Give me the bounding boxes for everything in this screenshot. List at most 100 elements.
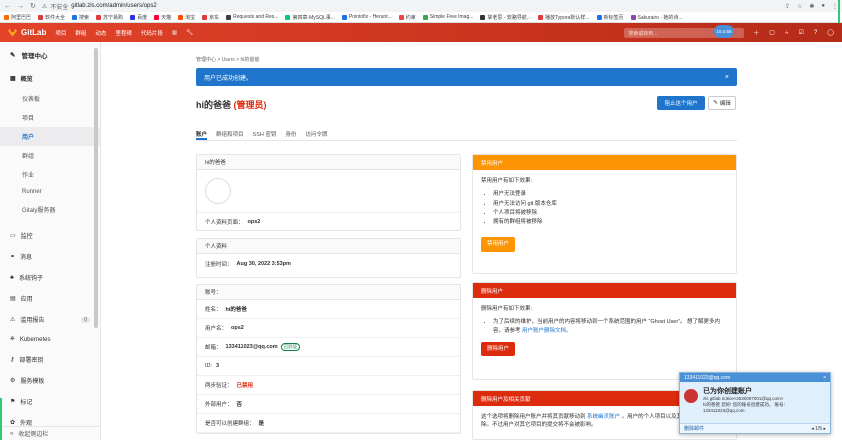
admin-chart-icon[interactable]: ▥ xyxy=(172,30,177,36)
prev-icon[interactable]: ◂ xyxy=(811,426,814,432)
sidebar-group[interactable]: ⚭ 消息 xyxy=(0,246,100,267)
issues-icon[interactable]: ▢ xyxy=(769,29,775,36)
tab-access-tokens[interactable]: 访问令牌 xyxy=(305,127,327,140)
plus-icon[interactable]: ＋ xyxy=(753,28,759,37)
extension-icon[interactable]: ✱ xyxy=(809,3,814,10)
bookmark-item[interactable]: Pointofix - Herunt... xyxy=(341,14,392,20)
sidebar-item[interactable]: 作业 xyxy=(0,165,100,184)
sidebar-item[interactable]: 群组 xyxy=(0,146,100,165)
bookmark-item[interactable]: 约束 xyxy=(398,14,416,21)
block-user-button[interactable]: 阻止这个用户 xyxy=(657,96,705,110)
bookmark-item[interactable]: 阿里巴巴 xyxy=(4,14,31,21)
block-user-card-button[interactable]: 禁用用户 xyxy=(481,237,516,252)
edit-icon: ✎ xyxy=(713,100,718,106)
profile-page-value[interactable]: ops2 xyxy=(248,219,261,225)
next-icon[interactable]: ▸ xyxy=(823,426,826,432)
bookmark-label: 阿里巴巴 xyxy=(11,14,32,21)
sidebar-item[interactable]: 项目 xyxy=(0,108,100,127)
account-row-label: ID: xyxy=(205,363,213,369)
screen-recorder-badge: 15:4:58 xyxy=(714,25,734,38)
bookmark-label: 百度 xyxy=(137,14,148,21)
merge-request-icon[interactable]: ⑃ xyxy=(785,30,789,36)
sidebar-group-label: 部署密钥 xyxy=(19,358,44,364)
bookmark-item[interactable]: 天猫 xyxy=(154,14,171,21)
account-row-value: 是 xyxy=(258,421,265,427)
delete-user-button[interactable]: 删除用户 xyxy=(481,341,516,356)
user-avatar-icon[interactable]: ◯ xyxy=(827,29,834,36)
share-icon[interactable]: ⇪ xyxy=(785,3,790,10)
notification-account: 133411023@qq.com xyxy=(684,374,731,381)
bookmark-item[interactable]: 第四章-MySQL事... xyxy=(285,14,335,21)
sidebar-group[interactable]: ⚠ 滥用报告 0 xyxy=(0,309,100,330)
tab-ssh-keys[interactable]: SSH 密钥 xyxy=(253,127,277,140)
bookmark-item[interactable]: 搜索 xyxy=(72,14,89,21)
sidebar-group[interactable]: ⚷ 部署密钥 xyxy=(0,349,100,370)
bookmark-item[interactable]: Requests and Res... xyxy=(226,14,278,20)
block-effect-item: 用户无法访问 git 版本仓库 xyxy=(493,200,728,208)
bookmark-favicon-icon xyxy=(72,14,78,20)
bookmark-item[interactable]: 新标签页 xyxy=(596,14,624,21)
account-row-label: 是否可以创建群组： xyxy=(205,421,255,427)
delete-docs-link[interactable]: 用户账户删除文档。 xyxy=(522,328,572,334)
todo-icon[interactable]: ☑ xyxy=(799,29,804,36)
delete-mail-link[interactable]: 删除邮件 xyxy=(684,425,704,432)
help-icon[interactable]: ? xyxy=(814,30,817,36)
sidebar-item[interactable]: Runner xyxy=(0,184,100,200)
profile-card: hi的爸爸 个人资料页面： ops2 xyxy=(196,154,461,231)
menu-groups[interactable]: 群组 xyxy=(75,29,86,37)
bookmark-item[interactable]: 播放Typora默认样... xyxy=(538,14,590,21)
menu-snippets[interactable]: 代码片段 xyxy=(141,29,163,37)
sidebar-section-overview[interactable]: ▦ 概览 xyxy=(0,68,100,89)
bookmark-label: 淘宝 xyxy=(185,14,196,21)
back-icon[interactable]: ← xyxy=(4,3,11,10)
notification-body: 已为你创建账户 zls gitlab notice<2530097001@qq.… xyxy=(680,382,830,418)
profile-icon[interactable]: ● xyxy=(821,3,825,10)
sidebar-group-label: Kubernetes xyxy=(19,336,51,343)
tab-identities[interactable]: 身份 xyxy=(285,127,296,140)
bookmark-item[interactable]: 百度 xyxy=(130,14,147,21)
tab-account[interactable]: 账户 xyxy=(196,127,208,140)
close-flash-button[interactable]: × xyxy=(725,74,729,81)
sidebar-group[interactable]: ⚑ 标记 xyxy=(0,391,100,412)
menu-milestones[interactable]: 里程碑 xyxy=(115,29,132,37)
bookmark-item[interactable]: 京东 xyxy=(202,14,219,21)
pager-text: 1/5 xyxy=(815,425,823,432)
ghost-user-link[interactable]: 系统幽灵账户 xyxy=(587,414,620,420)
bookmark-item[interactable]: 掌老思 - 软路导航... xyxy=(480,14,531,21)
close-notification-icon[interactable]: × xyxy=(823,375,826,381)
sidebar-group[interactable]: ♣ 系统钩子 xyxy=(0,267,100,288)
address-bar[interactable]: ⚠ 不安全 gitlab.zls.com/admin/users/ops2 xyxy=(42,2,157,11)
reload-icon[interactable]: ↻ xyxy=(30,2,36,10)
bookmark-favicon-icon xyxy=(96,14,102,20)
email-notification-popup[interactable]: 133411023@qq.com × 已为你创建账户 zls gitlab no… xyxy=(679,372,831,434)
bookmark-item[interactable]: 淘宝 xyxy=(178,14,195,21)
delete-intro: 删除用户有如下效果: xyxy=(481,306,533,312)
collapse-sidebar-button[interactable]: « 收起侧边栏 xyxy=(0,426,100,440)
forward-icon[interactable]: → xyxy=(17,3,24,10)
sidebar-group[interactable]: ⚙ 服务模板 xyxy=(0,370,100,391)
sidebar-item[interactable]: 仪表板 xyxy=(0,89,100,108)
admin-area-title[interactable]: ✎ 管理中心 xyxy=(0,42,100,68)
sidebar-scrollbar[interactable] xyxy=(94,48,98,328)
sidebar-group[interactable]: ▤ 应用 xyxy=(0,288,100,309)
tab-groups-projects[interactable]: 群组和项目 xyxy=(216,127,244,140)
bookmark-favicon-icon xyxy=(202,14,208,20)
wrench-icon[interactable]: 🔧︎ xyxy=(186,30,193,36)
account-row-label: 两步验证： xyxy=(205,383,233,389)
bookmark-item[interactable]: 苏宁易购 xyxy=(96,14,123,21)
gitlab-logo[interactable]: GitLab xyxy=(8,28,46,37)
flash-message: 用户已成功创建。 xyxy=(204,75,253,82)
sidebar-group[interactable]: ▭ 监控 xyxy=(0,225,100,246)
bookmark-item[interactable]: Simple Free Imag... xyxy=(422,14,473,20)
star-icon[interactable]: ☆ xyxy=(797,3,802,10)
menu-activity[interactable]: 动态 xyxy=(95,29,106,37)
sidebar-group[interactable]: ⎈ Kubernetes xyxy=(0,330,100,349)
bookmark-item[interactable]: 软件大全 xyxy=(38,14,65,21)
sidebar-item[interactable]: Gitaly服务器 xyxy=(0,200,100,219)
bookmark-item[interactable]: Sakurairo - 她的诗... xyxy=(630,14,683,21)
bookmark-label: 天猫 xyxy=(161,14,172,21)
edit-user-button[interactable]: ✎ 编辑 xyxy=(708,96,736,110)
registered-label: 注册时间： xyxy=(205,261,233,268)
sidebar-item[interactable]: 用户 xyxy=(0,127,100,146)
menu-projects[interactable]: 项目 xyxy=(55,29,66,37)
